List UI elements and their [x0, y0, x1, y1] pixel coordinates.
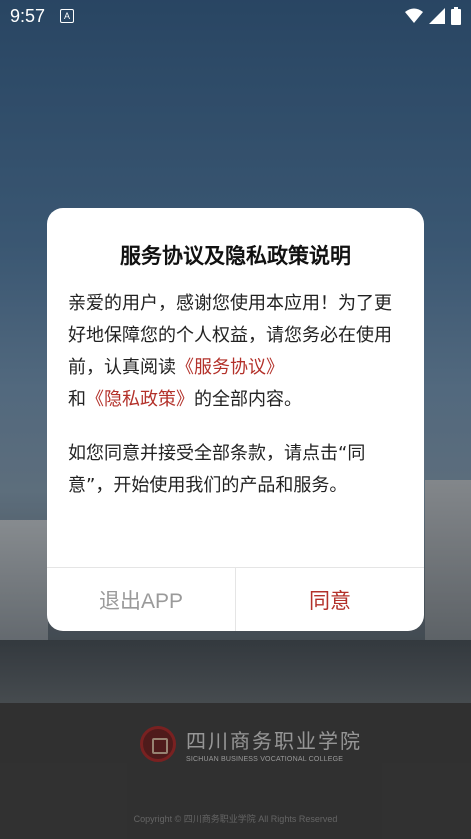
battery-icon: [451, 7, 461, 25]
status-time: 9:57: [10, 6, 46, 26]
dialog-body: 亲爱的用户，感谢您使用本应用！为了更好地保障您的个人权益，请您务必在使用前，认真…: [68, 288, 404, 502]
exit-app-button[interactable]: 退出APP: [47, 568, 236, 631]
paragraph-1-end: 的全部内容。: [194, 389, 302, 410]
service-agreement-link[interactable]: 《服务协议》: [176, 357, 284, 378]
dialog-paragraph-2: 如您同意并接受全部条款，请点击“同意”，开始使用我们的产品和服务。: [68, 443, 366, 496]
dialog-actions: 退出APP 同意: [47, 567, 424, 631]
agree-button[interactable]: 同意: [236, 568, 424, 631]
privacy-dialog: 服务协议及隐私政策说明 亲爱的用户，感谢您使用本应用！为了更好地保障您的个人权益…: [47, 208, 424, 631]
wifi-icon: [405, 8, 423, 23]
a-icon: A: [60, 9, 74, 23]
privacy-policy-link[interactable]: 《隐私政策》: [86, 389, 194, 410]
paragraph-1-and: 和: [68, 389, 86, 410]
status-bar: 9:57 A: [0, 0, 471, 32]
signal-icon: [429, 8, 445, 24]
dialog-paragraph-1: 亲爱的用户，感谢您使用本应用！为了更好地保障您的个人权益，请您务必在使用前，认真…: [68, 288, 404, 416]
dialog-title: 服务协议及隐私政策说明: [120, 244, 351, 268]
